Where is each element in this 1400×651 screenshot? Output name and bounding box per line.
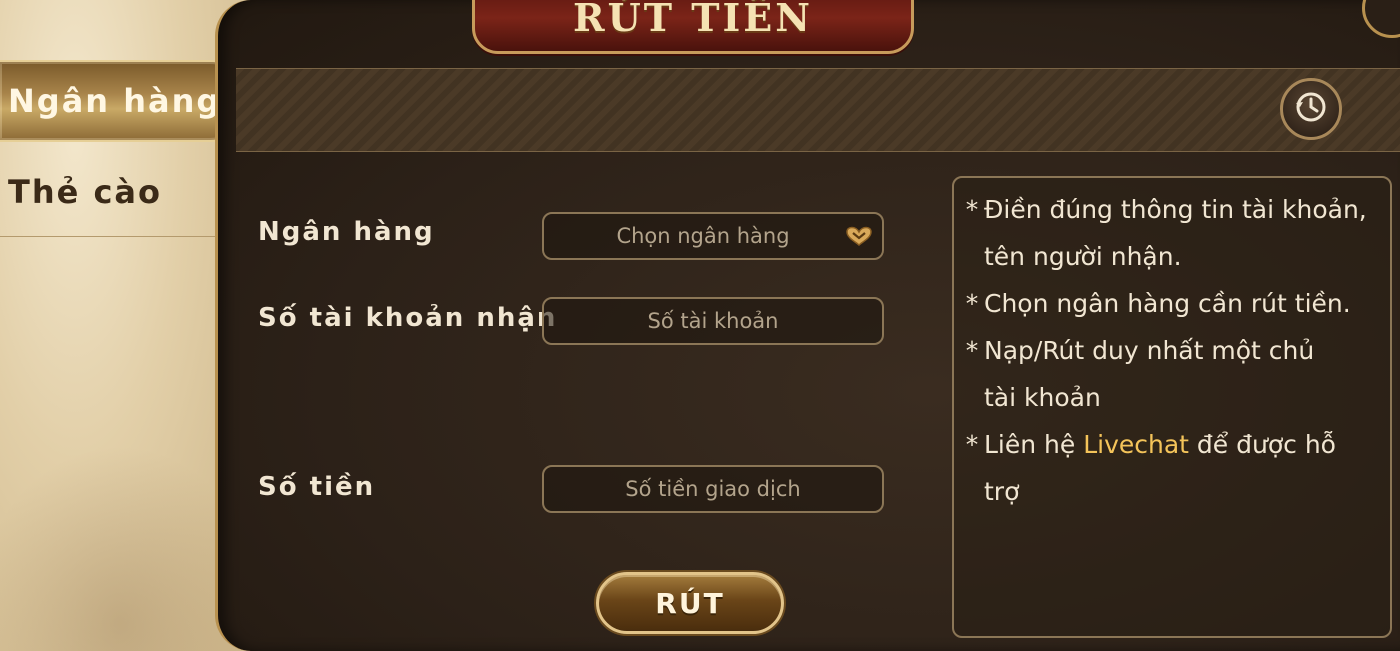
- note-text-part: để được hỗ: [1188, 430, 1336, 459]
- bank-select-value: Chọn ngân hàng: [616, 224, 790, 248]
- note-text: tài khoản: [984, 383, 1101, 412]
- history-button[interactable]: [1280, 78, 1342, 140]
- amount-field[interactable]: Số tiền giao dịch: [542, 465, 884, 513]
- withdraw-button[interactable]: RÚT: [596, 572, 784, 634]
- note-text: tên người nhận.: [984, 242, 1182, 271]
- note-item: * Liên hệ Livechat để được hỗ: [960, 421, 1384, 468]
- note-text: trợ: [984, 477, 1020, 506]
- note-text: Liên hệ Livechat để được hỗ: [984, 421, 1384, 468]
- page-title: RÚT TIỀN: [573, 0, 813, 40]
- sidebar-item-card[interactable]: Thẻ cào: [0, 152, 250, 232]
- sidebar-item-label: Ngân hàng: [8, 82, 222, 120]
- amount-placeholder: Số tiền giao dịch: [625, 477, 801, 501]
- bullet: *: [965, 289, 979, 318]
- note-item: trợ: [960, 468, 1384, 515]
- bank-select[interactable]: Chọn ngân hàng: [542, 212, 884, 260]
- header-band: [236, 68, 1400, 152]
- livechat-link[interactable]: Livechat: [1083, 430, 1189, 459]
- note-item: tên người nhận.: [960, 233, 1384, 280]
- note-item: * Nạp/Rút duy nhất một chủ: [960, 327, 1384, 374]
- title-plate: RÚT TIỀN: [472, 0, 914, 54]
- sidebar-item-label: Thẻ cào: [8, 173, 162, 211]
- account-label: Số tài khoản nhận: [258, 303, 558, 333]
- sidebar-divider: [0, 236, 220, 237]
- bullet: *: [965, 430, 979, 459]
- withdraw-button-label: RÚT: [655, 586, 725, 620]
- notes-panel: * Điền đúng thông tin tài khoản, tên ngư…: [952, 176, 1392, 638]
- sidebar-item-bank[interactable]: Ngân hàng: [0, 60, 250, 142]
- bullet: *: [965, 336, 979, 365]
- bullet: *: [965, 195, 979, 224]
- note-item: * Chọn ngân hàng cần rút tiền.: [960, 280, 1384, 327]
- note-text: Nạp/Rút duy nhất một chủ: [984, 336, 1315, 365]
- note-item: tài khoản: [960, 374, 1384, 421]
- note-text: Điền đúng thông tin tài khoản,: [984, 195, 1367, 224]
- account-placeholder: Số tài khoản: [647, 309, 779, 333]
- note-text: Chọn ngân hàng cần rút tiền.: [984, 289, 1351, 318]
- note-item: * Điền đúng thông tin tài khoản,: [960, 186, 1384, 233]
- history-icon: [1293, 89, 1329, 129]
- sidebar: Ngân hàng Thẻ cào: [0, 0, 250, 651]
- bank-label: Ngân hàng: [258, 217, 435, 247]
- amount-label: Số tiền: [258, 472, 376, 502]
- account-field[interactable]: Số tài khoản: [542, 297, 884, 345]
- chevron-down-icon: [844, 224, 874, 248]
- note-text-part: Liên hệ: [984, 430, 1084, 459]
